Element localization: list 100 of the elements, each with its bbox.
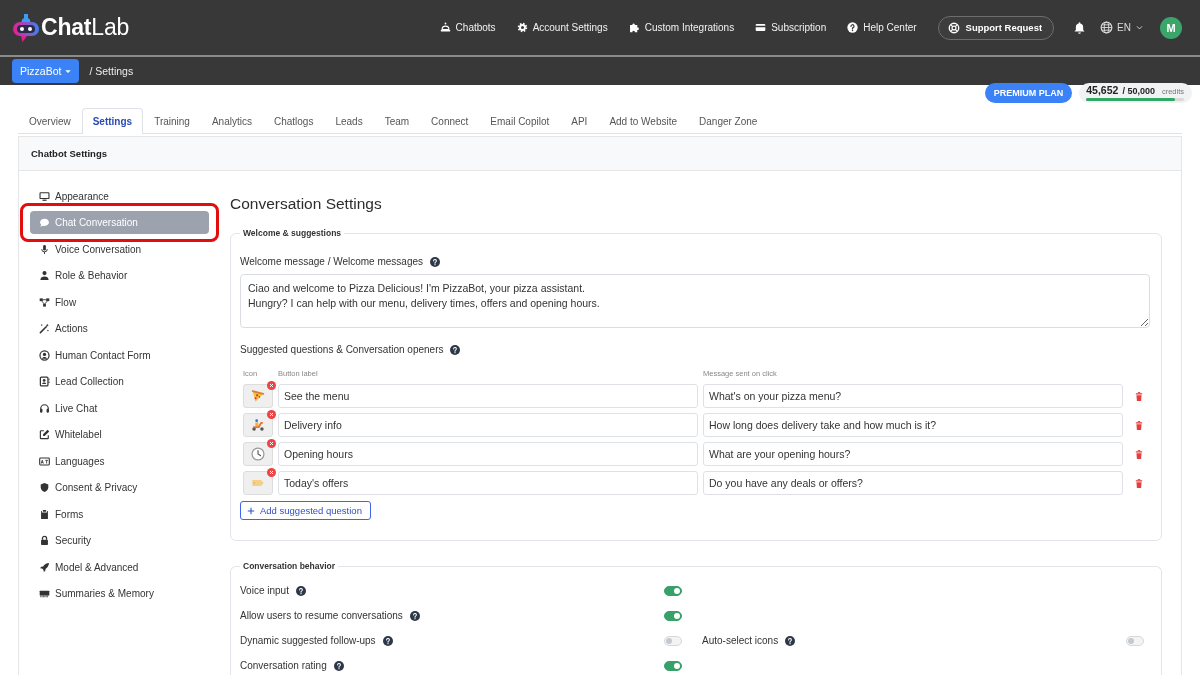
monitor-icon: [39, 190, 50, 202]
remove-icon[interactable]: [267, 468, 276, 477]
user-circle-icon: [39, 349, 50, 361]
help-icon: [450, 345, 461, 355]
button-label-field[interactable]: Delivery info: [278, 413, 698, 437]
help-icon: [382, 636, 393, 646]
sidebar-item[interactable]: Security: [30, 529, 209, 552]
sidebar-item[interactable]: Languages: [30, 449, 209, 473]
chevron-down-icon: [1135, 23, 1144, 32]
panel-legend: Conversation behavior: [240, 561, 339, 571]
help-icon: [430, 257, 441, 267]
lock-icon: [39, 535, 50, 546]
sidebar-item[interactable]: Appearance: [30, 184, 209, 208]
sidebar-item[interactable]: Actions: [30, 317, 209, 340]
setting-label: Allow users to resume conversations: [240, 610, 403, 622]
language-selector[interactable]: EN: [1100, 21, 1144, 34]
sidebar-item[interactable]: Lead Collection: [30, 370, 209, 393]
lifebuoy-icon: [947, 21, 960, 34]
service-bell-icon: [439, 22, 451, 33]
toggle-switch[interactable]: [664, 586, 682, 596]
gear-icon: [516, 22, 528, 33]
plus-icon: [247, 506, 255, 515]
contact-card-icon: [39, 376, 50, 387]
card-title: Chatbot Settings: [31, 148, 107, 159]
scooter-icon: [251, 418, 265, 432]
tab[interactable]: Leads: [324, 108, 374, 133]
message-field[interactable]: How long does delivery take and how much is it?: [703, 413, 1123, 437]
tab[interactable]: Analytics: [200, 108, 263, 133]
tab[interactable]: API: [560, 108, 599, 133]
nav-link[interactable]: Subscription: [755, 22, 827, 33]
tab[interactable]: Chatlogs: [262, 108, 325, 133]
credit-card-icon: [755, 22, 767, 33]
button-label-field[interactable]: Today's offers: [278, 471, 698, 495]
button-label-field[interactable]: See the menu: [278, 384, 698, 408]
nav-link[interactable]: Account Settings: [516, 22, 608, 33]
sidebar-item[interactable]: Forms: [30, 502, 209, 526]
trash-icon[interactable]: [1135, 448, 1143, 460]
icon-picker-button[interactable]: [243, 413, 273, 437]
welcome-message-field[interactable]: Ciao and welcome to Pizza Delicious! I'm PizzaBot, your pizza assistant. Hungry? I can help with our menu, delivery times, offers and opening hours.: [240, 274, 1150, 328]
trash-icon[interactable]: [1135, 390, 1143, 402]
button-label-field[interactable]: Opening hours: [278, 442, 698, 466]
credits-limit: / 50,000: [1122, 86, 1155, 97]
bot-selector-button[interactable]: PizzaBot: [12, 59, 80, 83]
field-label: Welcome message / Welcome messages: [240, 256, 424, 268]
sidebar-item[interactable]: Whitelabel: [30, 423, 209, 446]
chat-bubble-icon: [39, 217, 50, 228]
sidebar-item[interactable]: Role & Behavior: [30, 264, 209, 287]
tab[interactable]: Training: [143, 108, 201, 133]
credits-used: 45,652: [1086, 85, 1119, 96]
field-label: Suggested questions & Conversation openers: [240, 344, 444, 356]
sidebar-item[interactable]: Consent & Privacy: [30, 476, 209, 499]
message-field[interactable]: What are your opening hours?: [703, 442, 1123, 466]
notification-bell-icon[interactable]: [1073, 21, 1087, 34]
tab[interactable]: Danger Zone: [688, 108, 769, 133]
sidebar-item[interactable]: Voice Conversation: [30, 237, 209, 261]
message-field[interactable]: What's on your pizza menu?: [703, 384, 1123, 408]
add-question-button[interactable]: Add suggested question: [240, 501, 371, 520]
tab[interactable]: Add to Website: [598, 108, 689, 133]
icon-picker-button[interactable]: [243, 384, 273, 408]
shield-icon: [39, 482, 50, 493]
help-icon: [333, 661, 344, 671]
edit-icon: [39, 429, 50, 440]
flow-nodes-icon: [39, 296, 50, 308]
tab[interactable]: Settings: [81, 108, 144, 134]
breadcrumb-text: / Settings: [89, 65, 134, 77]
sidebar-item[interactable]: Flow: [30, 290, 209, 314]
clipboard-icon: [39, 508, 50, 520]
logo-wordmark: ChatLab: [41, 14, 130, 41]
trash-icon[interactable]: [1135, 477, 1143, 489]
sidebar-item[interactable]: Human Contact Form: [30, 343, 209, 367]
remove-icon[interactable]: [267, 439, 276, 448]
nav-link[interactable]: Help Center: [847, 22, 917, 33]
tab[interactable]: Team: [373, 108, 421, 133]
tab[interactable]: Email Copilot: [479, 108, 561, 133]
sidebar-item[interactable]: Summaries & Memory: [30, 582, 209, 605]
tab[interactable]: Connect: [420, 108, 480, 133]
icon-picker-button[interactable]: [243, 471, 273, 495]
help-icon: [295, 586, 306, 596]
message-field[interactable]: Do you have any deals or offers?: [703, 471, 1123, 495]
puzzle-icon: [628, 22, 640, 33]
help-icon: [409, 611, 420, 621]
setting-label: Dynamic suggested follow-ups: [240, 635, 376, 647]
toggle-switch[interactable]: [664, 661, 682, 671]
sidebar-item[interactable]: Model & Advanced: [30, 555, 209, 579]
toggle-switch[interactable]: [664, 611, 682, 621]
remove-icon[interactable]: [267, 410, 276, 419]
support-request-button[interactable]: Support Request: [937, 15, 1055, 40]
nav-link[interactable]: Custom Integrations: [628, 22, 735, 33]
headset-icon: [39, 402, 50, 414]
caret-down-icon: [64, 67, 73, 75]
trash-icon[interactable]: [1135, 419, 1143, 431]
help-icon: [847, 22, 859, 33]
nav-link[interactable]: Chatbots: [439, 22, 496, 33]
memory-chip-icon: [39, 588, 50, 599]
icon-picker-button[interactable]: [243, 442, 273, 466]
sidebar-item[interactable]: Live Chat: [30, 396, 209, 420]
plan-badge: PREMIUM PLAN: [984, 83, 1073, 103]
pizza-slice-icon: [251, 389, 265, 403]
tab[interactable]: Overview: [18, 108, 82, 133]
remove-icon[interactable]: [267, 381, 276, 390]
